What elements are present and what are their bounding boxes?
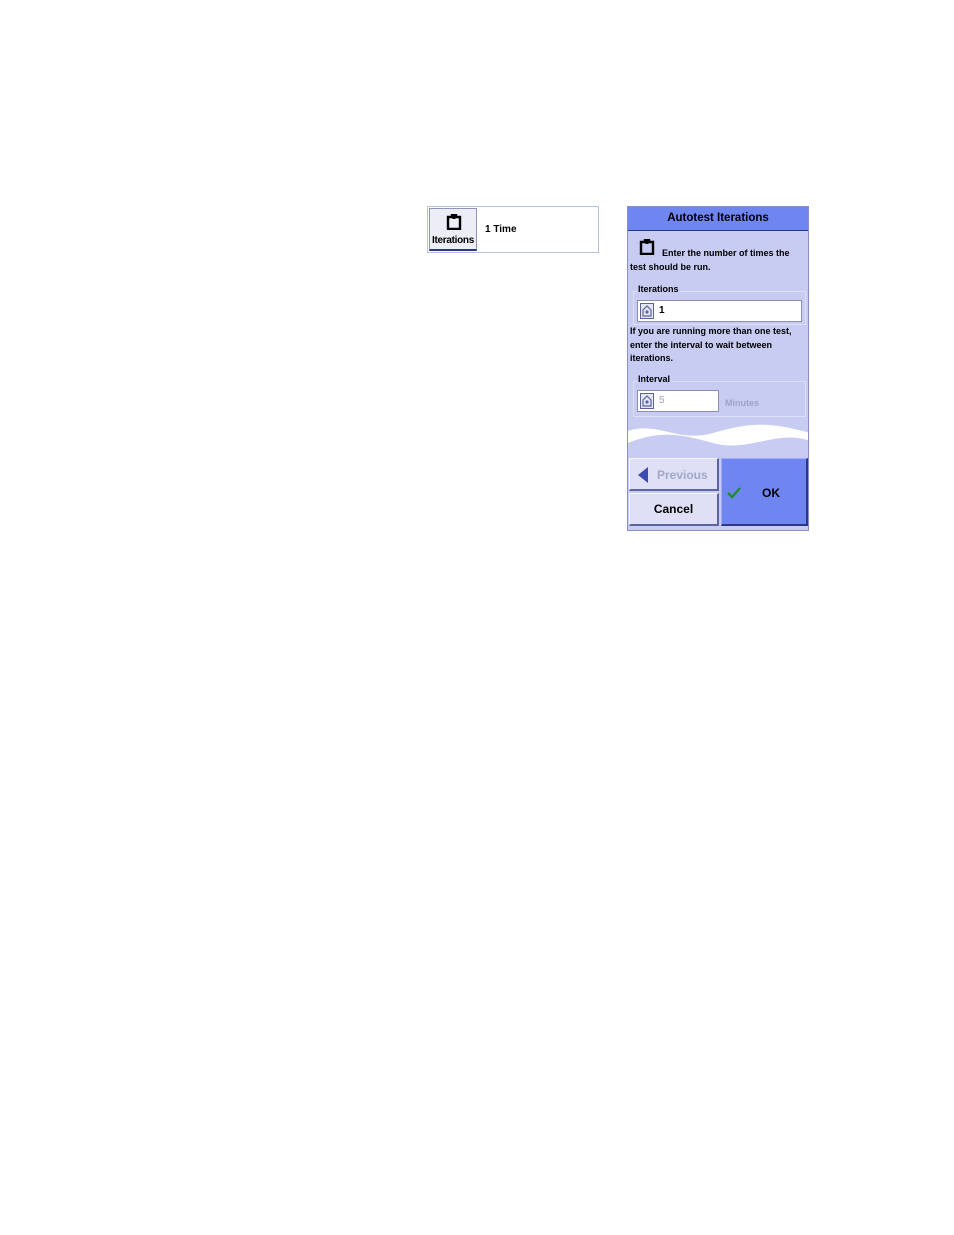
wave-decoration	[628, 424, 808, 446]
ok-button-label: OK	[762, 486, 780, 500]
iterations-icon	[446, 213, 462, 235]
autotest-iterations-dialog: Autotest Iterations Enter the number of …	[627, 206, 809, 531]
dialog-instruction: Enter the number of times the test shoul…	[630, 248, 790, 272]
arrow-left-icon	[637, 467, 649, 486]
interval-input-value: 5	[659, 395, 665, 406]
iterations-value: 1 Time	[485, 224, 517, 235]
iterations-label: Iterations	[637, 284, 680, 294]
ok-button[interactable]: OK	[721, 458, 808, 526]
interval-group: Interval 5 Minutes	[633, 374, 806, 417]
iterations-button-label: Iterations	[431, 235, 474, 246]
previous-button-label: Previous	[657, 468, 708, 482]
keyboard-icon[interactable]	[640, 303, 654, 319]
iterations-tile: Iterations 1 Time	[427, 206, 599, 253]
interval-label: Interval	[637, 374, 672, 384]
interval-units: Minutes	[725, 398, 760, 408]
interval-info-text: If you are running more than one test, e…	[630, 326, 792, 363]
iterations-input[interactable]: 1	[637, 300, 802, 322]
checkmark-icon	[727, 486, 741, 504]
iterations-input-value: 1	[659, 305, 665, 316]
cancel-button[interactable]: Cancel	[629, 493, 719, 526]
dialog-title: Autotest Iterations	[628, 207, 808, 231]
keyboard-icon[interactable]	[640, 393, 654, 409]
previous-button[interactable]: Previous	[629, 458, 719, 491]
interval-input[interactable]: 5	[637, 390, 719, 412]
iterations-group: Iterations 1	[633, 284, 806, 325]
iterations-button[interactable]: Iterations	[429, 208, 477, 251]
